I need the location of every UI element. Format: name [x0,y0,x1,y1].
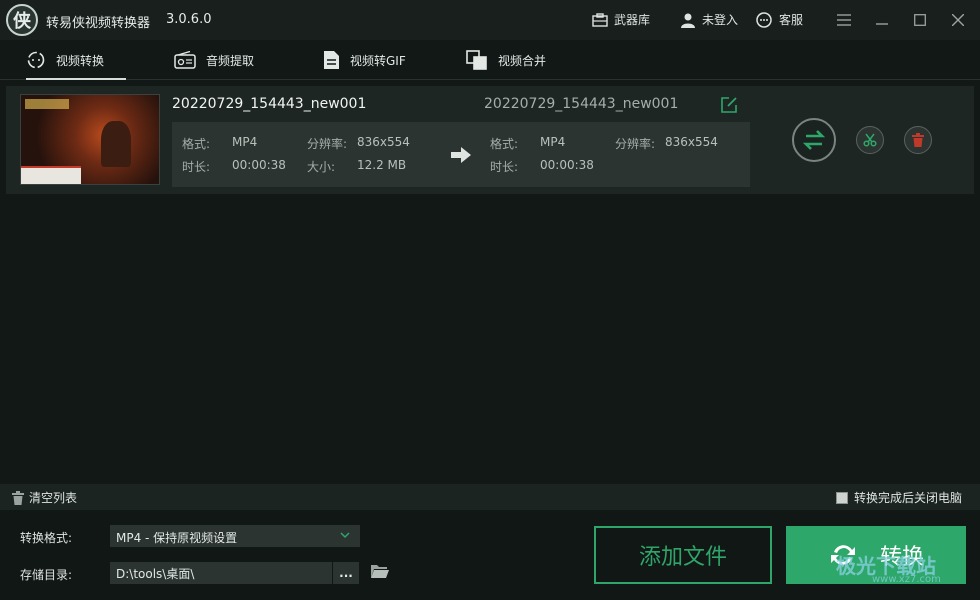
file-list-item[interactable]: 20220729_154443_new001 20220729_154443_n… [6,86,974,194]
format-label: 转换格式: [20,531,73,545]
source-filename: 20220729_154443_new001 [172,96,367,112]
dst-resolution-label: 分辨率: [615,137,656,151]
title-bar: 侠 转易侠视频转换器 3.0.6.0 武器库 未登入 客服 [0,0,980,40]
menu-icon[interactable] [834,10,854,30]
src-duration-label: 时长: [182,160,211,174]
clear-list-button[interactable]: 清空列表 [12,489,77,506]
dst-format-label: 格式: [490,137,519,151]
src-format-label: 格式: [182,137,211,151]
video-convert-icon [27,51,45,69]
add-files-button[interactable]: 添加文件 [594,526,772,584]
folder-icon[interactable] [370,563,390,582]
src-duration-value: 00:00:38 [232,158,286,172]
chat-icon [756,11,772,28]
watermark-url: www.xz7.com [872,574,941,585]
app-title: 转易侠视频转换器 [46,16,151,31]
app-version: 3.0.6.0 [166,12,212,27]
trash-icon [912,133,924,147]
tab-video-merge[interactable]: 视频合并 [466,40,546,80]
merge-icon [466,50,487,70]
video-thumbnail[interactable] [20,94,160,185]
src-resolution-value: 836x554 [357,135,410,149]
audio-extract-icon [174,51,196,69]
src-resolution-label: 分辨率: [307,137,348,151]
list-footer-bar: 清空列表 转换完成后关闭电脑 [0,484,980,510]
src-format-value: MP4 [232,135,258,149]
cut-button[interactable] [856,126,884,154]
output-dir-label: 存储目录: [20,568,73,582]
toolbox-icon [592,12,608,27]
dst-duration-label: 时长: [490,160,519,174]
maximize-icon[interactable] [910,10,930,30]
tab-video-gif[interactable]: 视频转GIF [322,40,406,80]
bottom-panel: 转换格式: MP4 - 保持原视频设置 存储目录: ... 添加文件 转换 极光… [0,510,980,600]
dst-format-value: MP4 [540,135,566,149]
shutdown-after-convert[interactable]: 转换完成后关闭电脑 [835,489,962,506]
service-button[interactable]: 客服 [755,11,803,28]
src-size-value: 12.2 MB [357,158,407,172]
login-button[interactable]: 未登入 [680,11,738,28]
browse-button[interactable]: ... [333,562,359,584]
file-info-panel: 格式: MP4 分辨率: 836x554 时长: 00:00:38 大小: 12… [172,122,750,187]
arsenal-button[interactable]: 武器库 [592,11,650,28]
convert-single-button[interactable] [792,118,836,162]
tab-audio-extract[interactable]: 音频提取 [174,40,254,80]
output-filename: 20220729_154443_new001 [484,96,679,112]
arrow-right-icon [450,146,472,167]
edit-icon[interactable] [720,96,738,117]
src-size-label: 大小: [307,160,336,174]
delete-button[interactable] [904,126,932,154]
shutdown-checkbox[interactable] [835,491,848,504]
swap-arrows-icon [802,130,826,150]
tab-video-convert[interactable]: 视频转换 [26,40,126,80]
close-icon[interactable] [948,10,968,30]
minimize-icon[interactable] [872,10,892,30]
dst-duration-value: 00:00:38 [540,158,594,172]
chevron-down-icon [340,532,350,539]
scissors-icon [863,133,877,147]
gif-icon [324,51,339,69]
output-dir-input[interactable] [110,562,332,584]
trash-icon [12,490,24,505]
app-logo: 侠 [6,4,38,36]
dst-resolution-value: 836x554 [665,135,718,149]
tab-bar: 视频转换 音频提取 视频转GIF 视频合并 [0,40,980,80]
user-icon [681,13,695,28]
output-format-select[interactable]: MP4 - 保持原视频设置 [110,525,360,547]
